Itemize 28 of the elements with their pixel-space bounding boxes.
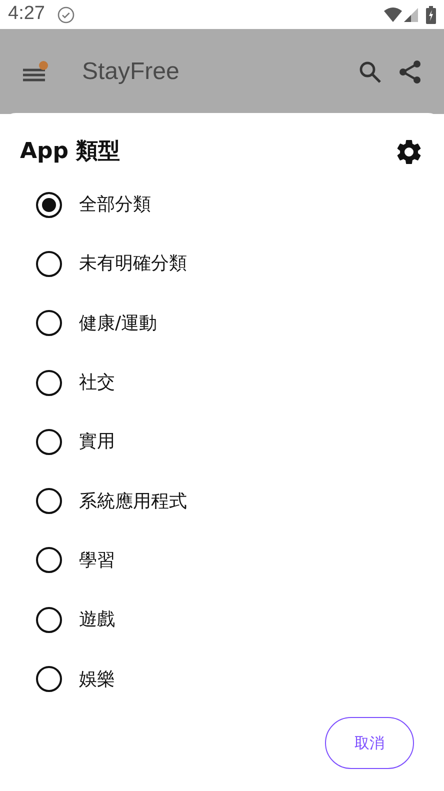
radio-button[interactable] [36, 666, 62, 692]
radio-option[interactable]: 實用 [0, 412, 444, 472]
radio-option[interactable]: 遊戲 [0, 590, 444, 650]
radio-option[interactable]: 全部分類 [0, 175, 444, 234]
search-icon[interactable] [359, 60, 381, 82]
share-icon[interactable] [398, 60, 422, 84]
radio-button[interactable] [36, 547, 62, 574]
radio-button[interactable] [36, 370, 62, 396]
radio-button[interactable] [36, 606, 62, 633]
status-time: 4:27 [8, 2, 45, 26]
app-title: StayFree [82, 56, 180, 86]
dialog-title: App 類型 [20, 138, 122, 166]
radio-option[interactable]: 系統應用程式 [0, 471, 444, 531]
radio-button[interactable] [36, 488, 62, 514]
signal-icon [404, 8, 418, 22]
radio-button[interactable] [36, 250, 62, 277]
radio-button[interactable] [36, 310, 62, 336]
battery-icon [426, 6, 436, 24]
check-circle-icon [56, 6, 75, 24]
radio-option[interactable]: 未有明確分類 [0, 234, 444, 294]
wifi-icon [384, 7, 402, 22]
radio-option[interactable]: 娛樂 [0, 649, 444, 709]
radio-option[interactable]: 學習 [0, 530, 444, 590]
radio-option[interactable]: 健康/運動 [0, 294, 444, 353]
radio-option[interactable]: 社交 [0, 352, 444, 412]
radio-button[interactable] [36, 428, 62, 455]
radio-button[interactable] [36, 192, 62, 218]
cancel-button[interactable]: 取消 [325, 717, 414, 769]
